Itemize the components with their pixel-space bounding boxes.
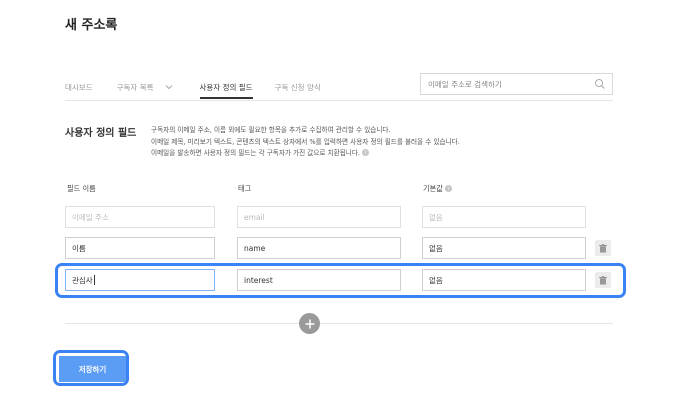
tag-input[interactable]: name: [237, 237, 401, 259]
tab-custom-fields[interactable]: 사용자 정의 필드: [199, 82, 253, 99]
tag-input[interactable]: interest: [237, 269, 401, 291]
svg-text:?: ?: [364, 151, 367, 156]
plus-icon: [305, 319, 314, 328]
search-input[interactable]: 이메일 주소로 검색하기: [420, 73, 613, 95]
add-row-divider: [65, 323, 613, 324]
tag-input[interactable]: email: [237, 206, 401, 228]
delete-row-button[interactable]: [595, 240, 611, 256]
field-name-input[interactable]: 이메일 주소: [65, 206, 215, 228]
desc-line-2: 이메일 제목, 미리보기 텍스트, 콘텐츠의 텍스트 상자에서 %를 입력하면 …: [151, 137, 460, 146]
column-header-default-label: 기본값: [423, 184, 443, 193]
desc-line-3-wrap: 이메일을 발송하면 사용자 정의 필드는 각 구독자가 가진 값으로 치환됩니다…: [151, 148, 460, 160]
default-value: 없음: [429, 243, 443, 253]
trash-icon: [599, 243, 607, 252]
field-name-value: 관심사: [72, 275, 93, 285]
help-icon[interactable]: ?: [444, 185, 452, 192]
default-value-input[interactable]: 없음: [422, 269, 586, 291]
desc-line-1: 구독자의 이메일 주소, 이름 외에도 필요한 항목을 추가로 수집하여 관리할…: [151, 126, 391, 134]
svg-text:?: ?: [447, 187, 450, 192]
section-title: 사용자 정의 필드: [65, 128, 137, 139]
section-description: 구독자의 이메일 주소, 이름 외에도 필요한 항목을 추가로 수집하여 관리할…: [151, 125, 460, 160]
field-name-placeholder: 이메일 주소: [72, 212, 109, 222]
text-cursor: [93, 275, 95, 285]
tag-value: name: [244, 243, 266, 253]
page-title: 새 주소록: [65, 18, 118, 33]
search-icon[interactable]: [594, 78, 606, 90]
delete-row-button[interactable]: [595, 272, 611, 288]
save-button[interactable]: 저장하기: [59, 356, 126, 382]
tab-dashboard[interactable]: 대시보드: [65, 82, 93, 93]
help-icon[interactable]: ?: [362, 149, 370, 156]
tab-subscribe-form[interactable]: 구독 신청 양식: [275, 82, 321, 93]
trash-icon: [599, 275, 607, 284]
tab-subscriber-list[interactable]: 구독자 목록: [117, 82, 174, 93]
column-header-tag: 태그: [238, 184, 252, 193]
column-header-default: 기본값?: [423, 184, 452, 194]
column-header-field-name: 필드 이름: [67, 184, 96, 193]
tab-subscriber-list-label: 구독자 목록: [116, 82, 154, 92]
field-name-input[interactable]: 이름: [65, 237, 215, 259]
tag-value: interest: [244, 275, 273, 285]
chevron-down-icon: [165, 85, 172, 90]
default-value-input[interactable]: 없음: [422, 237, 586, 259]
field-name-input[interactable]: 관심사: [65, 269, 215, 291]
tab-bar: 대시보드 구독자 목록 사용자 정의 필드 구독 신청 양식: [65, 78, 321, 99]
add-field-button[interactable]: [299, 313, 320, 334]
field-name-value: 이름: [72, 243, 86, 253]
tab-divider: [65, 100, 613, 101]
tag-placeholder: email: [244, 212, 265, 222]
search-placeholder: 이메일 주소로 검색하기: [428, 79, 502, 89]
default-value-input[interactable]: 없음: [422, 206, 586, 228]
default-placeholder: 없음: [429, 212, 443, 222]
desc-line-3: 이메일을 발송하면 사용자 정의 필드는 각 구독자가 가진 값으로 치환됩니다…: [151, 149, 361, 157]
default-value: 없음: [429, 275, 443, 285]
